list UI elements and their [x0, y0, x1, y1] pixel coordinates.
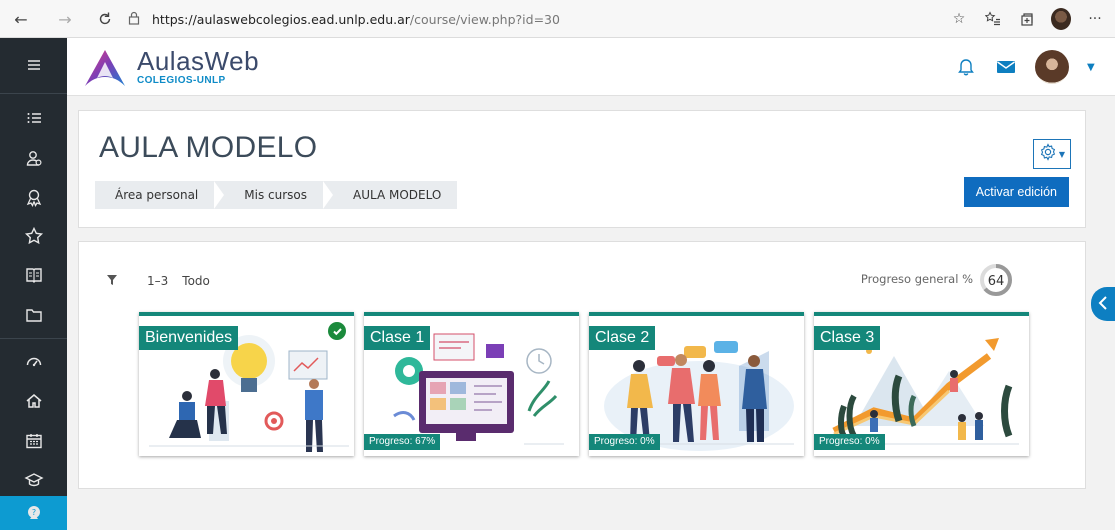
- overall-progress-value: 64: [988, 274, 1005, 289]
- drawer-toggle-button[interactable]: [1091, 287, 1115, 321]
- tile-progress-badge: Progreso: 67%: [364, 434, 441, 450]
- browser-toolbar: ← → https://aulaswebcolegios.ead.unlp.ed…: [0, 0, 1115, 38]
- tile-progress-badge: Progreso: 0%: [814, 434, 885, 450]
- section-tile[interactable]: Bienvenides: [139, 312, 354, 456]
- site-logo[interactable]: [83, 48, 127, 88]
- gear-icon: [1039, 143, 1057, 165]
- breadcrumb-item-current: AULA MODELO: [353, 188, 442, 202]
- breadcrumb-item-mis-cursos[interactable]: Mis cursos: [224, 181, 323, 209]
- url-path: /course/view.php?id=30: [409, 11, 560, 27]
- participants-icon[interactable]: [0, 140, 67, 176]
- dashboard-icon[interactable]: [0, 343, 67, 379]
- chevron-down-icon: ▼: [1058, 149, 1066, 159]
- breadcrumb-separator: [323, 181, 333, 209]
- tile-progress-badge: Progreso: 0%: [589, 434, 660, 450]
- course-settings-button[interactable]: ▼: [1033, 139, 1071, 169]
- list-icon[interactable]: [0, 100, 67, 136]
- breadcrumb-item-area-personal[interactable]: Área personal: [95, 181, 214, 209]
- profile-picture: [1051, 8, 1071, 30]
- breadcrumb-separator: [214, 181, 225, 209]
- section-tile[interactable]: Clase 2 Progreso: 0%: [589, 312, 804, 456]
- refresh-icon[interactable]: [92, 6, 118, 32]
- overall-progress-indicator: 64: [979, 263, 1013, 297]
- tile-title: Clase 2: [589, 326, 656, 350]
- back-icon[interactable]: ←: [8, 6, 34, 32]
- help-icon[interactable]: ?: [0, 496, 67, 530]
- breadcrumb: Área personal Mis cursos AULA MODELO: [95, 181, 458, 209]
- course-header: AULA MODELO Área personal Mis cursos AUL…: [78, 110, 1086, 228]
- badges-icon[interactable]: [0, 179, 67, 215]
- favorites-bar-icon[interactable]: [983, 7, 1003, 31]
- address-bar[interactable]: https://aulaswebcolegios.ead.unlp.edu.ar…: [128, 7, 968, 31]
- nav-divider: [0, 338, 67, 339]
- forward-icon[interactable]: →: [52, 6, 78, 32]
- section-tile[interactable]: Clase 3 Progreso: 0%: [814, 312, 1029, 456]
- logo-title: AulasWeb: [137, 46, 260, 76]
- bell-icon[interactable]: [955, 56, 977, 78]
- calendar-icon[interactable]: [0, 423, 67, 459]
- menu-icon[interactable]: [0, 47, 67, 83]
- home-icon[interactable]: [0, 383, 67, 419]
- star-icon[interactable]: [0, 218, 67, 254]
- overall-progress-label: Progreso general %: [860, 272, 973, 286]
- mail-icon[interactable]: [995, 56, 1017, 78]
- tile-title: Bienvenides: [139, 326, 239, 350]
- logo-subtitle: COLEGIOS-UNLP: [137, 75, 226, 86]
- filter-icon[interactable]: [107, 274, 117, 288]
- lock-icon: [128, 11, 144, 28]
- tile-title: Clase 3: [814, 326, 881, 350]
- course-content: 1–3 Todo Progreso general % 64 Bienvenid…: [78, 241, 1086, 489]
- more-icon[interactable]: ···: [1085, 7, 1105, 31]
- tile-title: Clase 1: [364, 326, 431, 350]
- collections-icon[interactable]: [1017, 7, 1037, 31]
- nav-divider: [0, 93, 67, 94]
- section-tiles: Bienvenides Clase 1 Progreso: 67% Clase …: [139, 312, 1029, 456]
- turn-editing-on-button[interactable]: Activar edición: [963, 177, 1069, 207]
- folder-icon[interactable]: [0, 297, 67, 333]
- chevron-down-icon[interactable]: ▼: [1087, 62, 1097, 73]
- url-host: https://aulaswebcolegios.ead.unlp.edu.ar: [152, 11, 410, 27]
- show-all-link[interactable]: Todo: [182, 274, 210, 288]
- profile-icon[interactable]: [1051, 7, 1071, 31]
- favorite-icon[interactable]: ☆: [949, 7, 969, 31]
- page-title: AULA MODELO: [99, 131, 318, 164]
- graduation-cap-icon[interactable]: [0, 462, 67, 498]
- avatar[interactable]: [1035, 50, 1069, 84]
- section-tile[interactable]: Clase 1 Progreso: 67%: [364, 312, 579, 456]
- site-header: AulasWeb COLEGIOS-UNLP ▼: [67, 38, 1115, 96]
- left-navigation: ?: [0, 38, 67, 530]
- chevron-left-icon: [1098, 295, 1108, 314]
- completed-check-icon: [328, 322, 346, 340]
- site-name: AulasWeb COLEGIOS-UNLP: [137, 48, 259, 86]
- range-label: 1–3: [147, 274, 169, 288]
- svg-text:?: ?: [31, 508, 35, 517]
- gradebook-icon[interactable]: [0, 257, 67, 293]
